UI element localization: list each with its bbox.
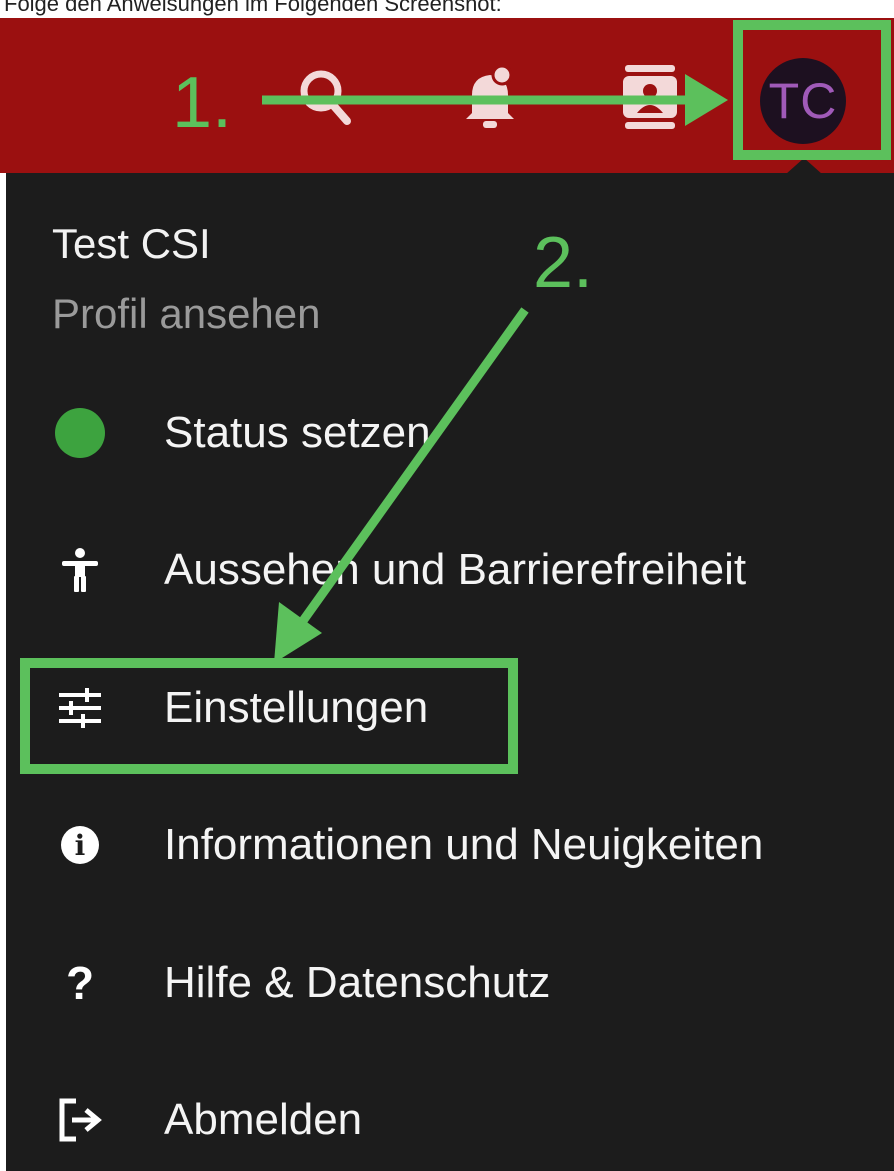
status-dot-icon [55, 408, 105, 458]
instruction-text: Folge den Anweisungen im Folgenden Scree… [4, 0, 502, 16]
user-name: Test CSI [52, 220, 211, 267]
menu-item-set-status[interactable]: Status setzen [40, 388, 880, 478]
screenshot-page: Folge den Anweisungen im Folgenden Scree… [0, 0, 894, 1171]
top-instruction-strip: Folge den Anweisungen im Folgenden Scree… [0, 0, 894, 18]
search-icon[interactable] [290, 58, 360, 138]
help-icon: ? [65, 957, 95, 1009]
menu-item-logout[interactable]: Abmelden [40, 1075, 880, 1165]
menu-item-label: Informationen und Neuigkeiten [164, 820, 764, 869]
step1-highlight-box [733, 20, 891, 160]
accessibility-icon [62, 548, 98, 592]
step1-number-label: 1. [172, 63, 233, 143]
menu-caret [786, 158, 822, 174]
menu-item-info-news[interactable]: i Informationen und Neuigkeiten [40, 800, 880, 890]
menu-item-label: Abmelden [164, 1095, 363, 1144]
menu-item-help-privacy[interactable]: ? Hilfe & Datenschutz [40, 938, 880, 1028]
info-icon: i [61, 826, 99, 864]
step2-highlight-box [20, 658, 518, 774]
menu-item-appearance-accessibility[interactable]: Aussehen und Barrierefreiheit [40, 525, 880, 615]
logout-icon [59, 1098, 102, 1142]
notification-bell-icon[interactable] [455, 58, 525, 138]
menu-item-label: Hilfe & Datenschutz [164, 958, 551, 1007]
view-profile-link[interactable]: Profil ansehen [52, 290, 321, 338]
menu-item-label: Aussehen und Barrierefreiheit [164, 545, 747, 594]
step2-number-label: 2. [533, 223, 594, 303]
contact-card-icon[interactable] [615, 58, 685, 138]
menu-item-label: Status setzen [164, 408, 431, 457]
